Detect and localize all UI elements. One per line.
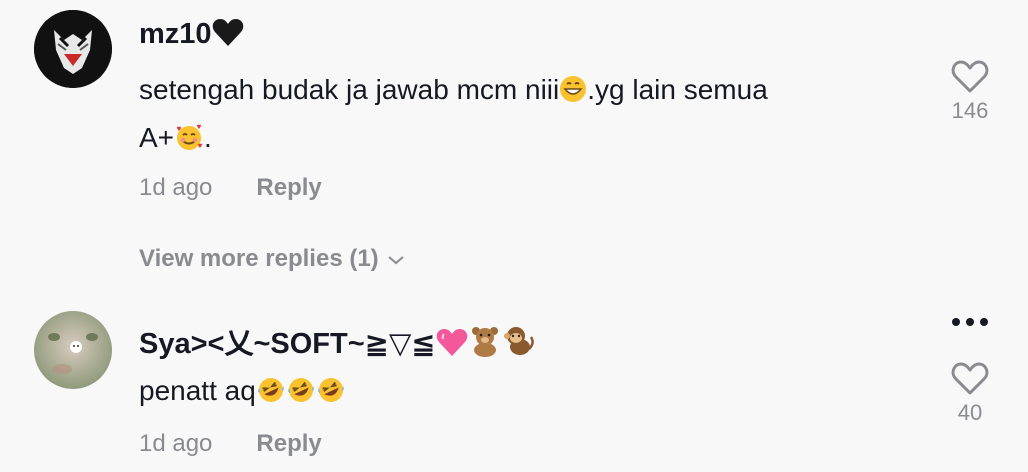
- comment-username[interactable]: mz10: [139, 18, 244, 55]
- like-button[interactable]: 40: [944, 362, 996, 426]
- comment-text: setengah budak ja jawab mcm niii .yg lain…: [139, 68, 768, 164]
- black-heart-icon: [212, 19, 244, 55]
- comment-username[interactable]: Sya><乂~SOFT~≧▽≦: [139, 320, 536, 365]
- comment-meta: 1d ago Reply: [139, 430, 322, 458]
- heart-outline-icon: [951, 60, 989, 93]
- comment-item: Sya><乂~SOFT~≧▽≦ penatt aq 1d ago Reply 40: [0, 300, 1028, 472]
- reply-button[interactable]: Reply: [256, 430, 321, 457]
- grinning-face-emoji-icon: [559, 72, 587, 116]
- pink-heart-icon: [436, 329, 468, 365]
- view-more-replies-button[interactable]: View more replies (1): [139, 245, 405, 273]
- face-avatar-image: [34, 311, 112, 389]
- username-text: Sya><乂~SOFT~≧▽≦: [139, 328, 436, 360]
- comment-timestamp: 1d ago: [139, 430, 213, 457]
- comment-meta: 1d ago Reply: [139, 174, 322, 202]
- view-more-replies-label: View more replies (1): [139, 245, 379, 272]
- tiger-avatar-image: [34, 10, 112, 88]
- like-count: 40: [957, 400, 983, 425]
- rolling-on-floor-laughing-emoji-icon: [286, 373, 316, 417]
- like-count: 146: [951, 98, 989, 123]
- avatar[interactable]: [34, 10, 112, 88]
- comment-text-line-1: setengah budak ja jawab mcm niii .yg lain…: [139, 68, 768, 116]
- reply-button[interactable]: Reply: [256, 174, 321, 201]
- comment-timestamp: 1d ago: [139, 174, 213, 201]
- avatar[interactable]: [34, 311, 112, 389]
- more-options-button[interactable]: [946, 312, 994, 332]
- more-horizontal-icon: [952, 318, 988, 326]
- username-text: mz10: [139, 18, 212, 50]
- heart-outline-icon: [951, 362, 989, 395]
- monkey-icon: [502, 325, 536, 365]
- smiling-face-with-hearts-emoji-icon: [174, 120, 204, 164]
- chevron-down-icon: [388, 255, 404, 264]
- rolling-on-floor-laughing-emoji-icon: [256, 373, 286, 417]
- comment-text-line-2: A+.: [139, 116, 768, 164]
- rolling-on-floor-laughing-emoji-icon: [316, 373, 346, 417]
- teddy-bear-icon: [468, 325, 502, 365]
- comment-item: mz10 setengah budak ja jawab mcm niii .yg…: [0, 0, 1028, 300]
- like-button[interactable]: 146: [944, 60, 996, 124]
- comment-text: penatt aq: [139, 369, 346, 417]
